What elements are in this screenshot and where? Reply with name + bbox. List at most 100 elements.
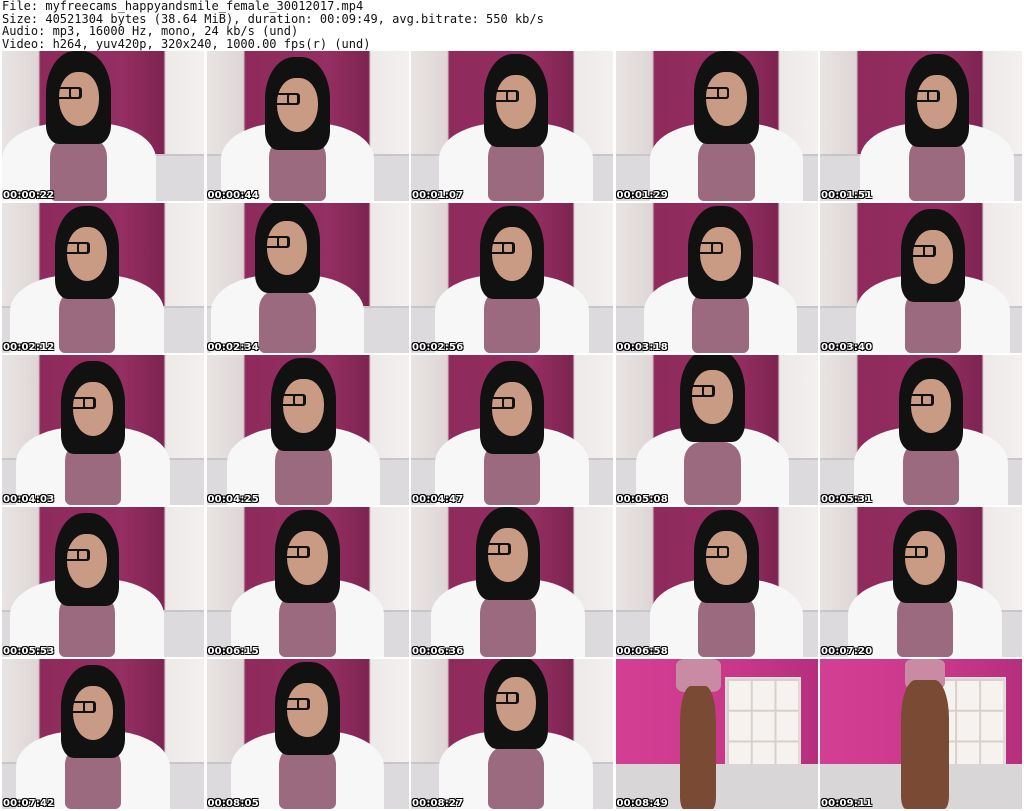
glasses-shape (487, 397, 516, 409)
glasses-shape (62, 242, 90, 254)
figure-face (287, 531, 328, 585)
video-thumbnail[interactable]: 00:06:58 (615, 507, 818, 657)
thumbnail-grid: 00:00:22 00:00:44 00:01:07 00:01:29 00:01:51… (2, 51, 1022, 809)
video-thumbnail[interactable]: 00:08:27 (411, 659, 613, 809)
figure-face (66, 534, 108, 588)
video-thumbnail[interactable]: 00:00:22 (2, 51, 204, 201)
figure-face (910, 379, 952, 433)
glasses-shape (702, 87, 730, 99)
timestamp-label: 00:01:51 (821, 190, 873, 201)
video-thumbnail[interactable]: 00:01:07 (411, 51, 613, 201)
timestamp-label: 00:09:11 (821, 798, 873, 809)
figure-face (912, 230, 954, 284)
figure-face (287, 683, 328, 737)
video-thumbnail[interactable]: 00:02:12 (2, 203, 204, 353)
figure-dress (50, 138, 108, 201)
timestamp-label: 00:07:42 (3, 798, 55, 809)
timestamp-label: 00:01:07 (412, 190, 464, 201)
glasses-shape (68, 397, 96, 409)
video-thumbnail[interactable]: 00:06:36 (411, 507, 613, 657)
glasses-shape (283, 698, 311, 710)
figure-dress (692, 290, 749, 353)
audio-info-line: Audio: mp3, 16000 Hz, mono, 24 kb/s (und… (2, 24, 299, 38)
video-thumbnail[interactable]: 00:01:51 (820, 51, 1022, 201)
figure-face (916, 75, 958, 129)
figure-face (487, 528, 529, 582)
file-name-line: File: myfreecams_happyandsmile_female_30… (2, 0, 364, 13)
figure-face (706, 531, 747, 585)
glasses-shape (487, 242, 516, 254)
video-thumbnail[interactable]: 00:07:42 (2, 659, 204, 809)
glasses-shape (702, 546, 730, 558)
figure-face (700, 227, 741, 281)
file-info-header: File: myfreecams_happyandsmile_female_30… (2, 0, 544, 50)
timestamp-label: 00:07:20 (821, 646, 873, 657)
figure-face (904, 531, 946, 585)
timestamp-label: 00:08:05 (207, 798, 259, 809)
timestamp-label: 00:06:36 (412, 646, 464, 657)
video-thumbnail[interactable]: 00:04:03 (2, 355, 204, 505)
timestamp-label: 00:05:53 (3, 646, 55, 657)
glasses-shape (263, 236, 291, 248)
glasses-shape (912, 90, 941, 102)
video-thumbnail[interactable]: 00:05:31 (820, 355, 1022, 505)
video-thumbnail[interactable]: 00:08:49 (615, 659, 818, 809)
glasses-shape (68, 701, 96, 713)
figure-face (72, 382, 114, 436)
video-info-line: Video: h264, yuv420p, 320x240, 1000.00 f… (2, 36, 371, 51)
timestamp-label: 00:03:40 (821, 342, 873, 353)
glasses-shape (688, 385, 716, 397)
figure-face (72, 686, 114, 740)
glasses-shape (906, 394, 935, 406)
figure-dress (279, 594, 336, 657)
figure-dress (902, 442, 960, 505)
glasses-shape (900, 546, 929, 558)
figure-dress (698, 138, 755, 201)
glasses-shape (491, 692, 520, 704)
figure-dress (896, 594, 954, 657)
glasses-shape (491, 90, 520, 102)
video-thumbnail[interactable]: 00:01:29 (615, 51, 818, 201)
video-thumbnail[interactable]: 00:04:25 (206, 355, 409, 505)
figure-legs (900, 680, 950, 809)
timestamp-label: 00:02:34 (207, 342, 259, 353)
video-thumbnail[interactable]: 00:07:20 (820, 507, 1022, 657)
figure-dress (684, 442, 741, 505)
timestamp-label: 00:04:25 (207, 494, 259, 505)
figure-dress (908, 138, 966, 201)
glasses-shape (54, 87, 82, 99)
glasses-shape (908, 245, 937, 257)
video-thumbnail[interactable]: 00:08:05 (206, 659, 409, 809)
timestamp-label: 00:05:08 (616, 494, 668, 505)
video-thumbnail[interactable]: 00:03:40 (820, 203, 1022, 353)
video-thumbnail[interactable]: 00:02:56 (411, 203, 613, 353)
glasses-shape (279, 394, 307, 406)
video-thumbnail[interactable]: 00:09:11 (820, 659, 1022, 809)
figure-face (58, 72, 99, 126)
figure-face (277, 78, 318, 132)
glasses-shape (283, 546, 311, 558)
timestamp-label: 00:03:18 (616, 342, 668, 353)
figure-dress (275, 442, 332, 505)
timestamp-label: 00:04:03 (3, 494, 55, 505)
timestamp-label: 00:08:49 (616, 798, 668, 809)
glasses-shape (483, 543, 512, 555)
video-thumbnail[interactable]: 00:05:08 (615, 355, 818, 505)
timestamp-label: 00:02:56 (412, 342, 464, 353)
video-thumbnail[interactable]: 00:05:53 (2, 507, 204, 657)
timestamp-label: 00:06:58 (616, 646, 668, 657)
timestamp-label: 00:00:22 (3, 190, 55, 201)
video-thumbnail[interactable]: 00:04:47 (411, 355, 613, 505)
figure-face (491, 227, 533, 281)
figure-dress (487, 138, 545, 201)
figure-dress (483, 290, 541, 353)
video-thumbnail[interactable]: 00:06:15 (206, 507, 409, 657)
video-thumbnail[interactable]: 00:00:44 (206, 51, 409, 201)
glasses-shape (273, 93, 301, 105)
timestamp-label: 00:06:15 (207, 646, 259, 657)
glasses-shape (696, 242, 724, 254)
figure-face (495, 75, 537, 129)
video-thumbnail[interactable]: 00:03:18 (615, 203, 818, 353)
video-thumbnail[interactable]: 00:02:34 (206, 203, 409, 353)
figure-dress (487, 746, 545, 809)
